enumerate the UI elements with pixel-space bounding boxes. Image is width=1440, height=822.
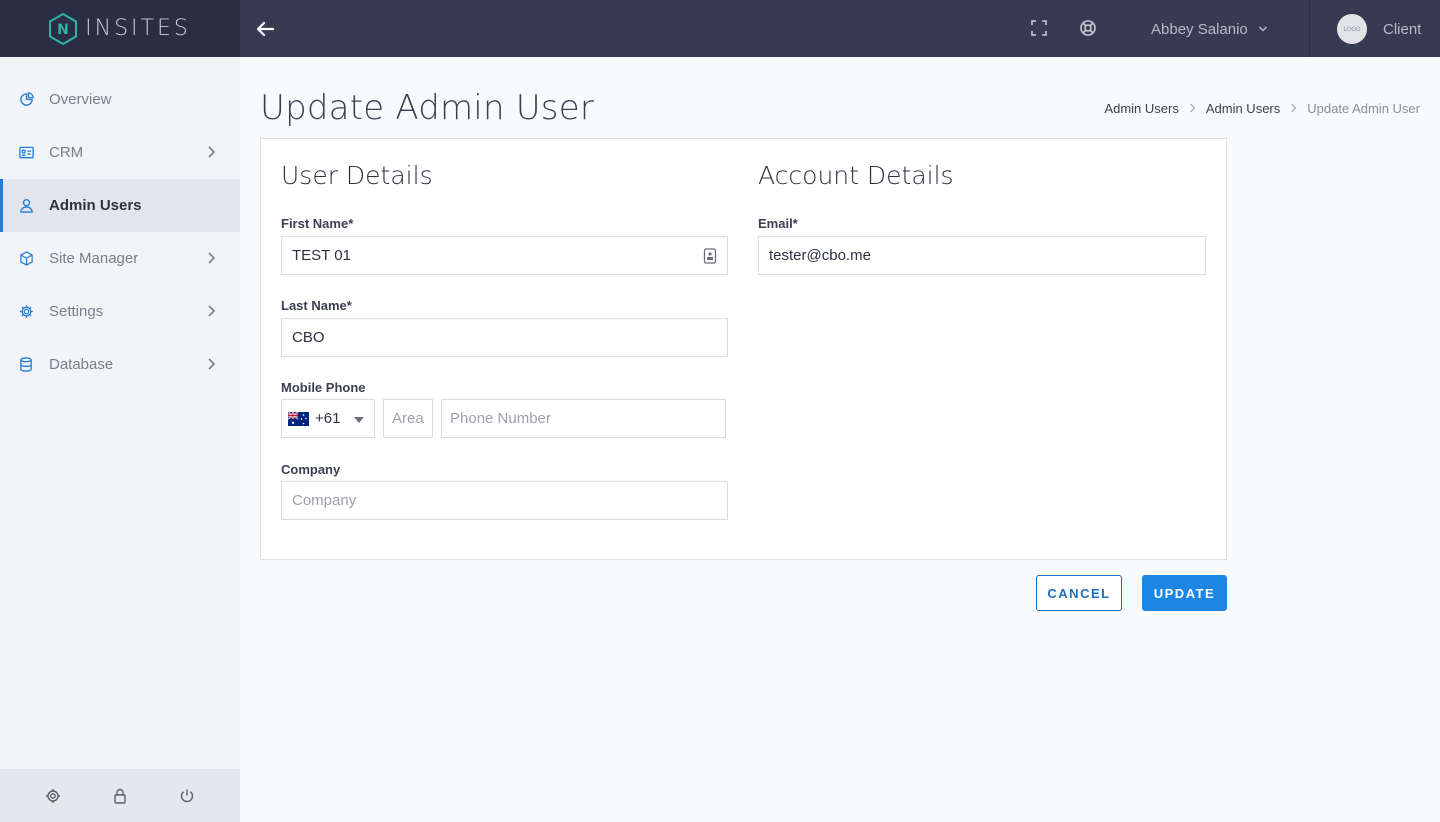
topbar-divider: [1309, 0, 1310, 57]
brand-logo[interactable]: N INSITES: [0, 0, 240, 57]
power-icon[interactable]: [177, 786, 197, 806]
breadcrumb-link-admin-users[interactable]: Admin Users: [1104, 101, 1178, 116]
company-label: Company: [281, 462, 341, 477]
fullscreen-icon[interactable]: [1029, 18, 1049, 38]
chevron-right-icon: [208, 146, 216, 158]
breadcrumb-separator-icon: [1290, 101, 1297, 116]
sidebar-item-database[interactable]: Database: [0, 338, 240, 391]
first-name-value: TEST 01: [292, 247, 351, 264]
sidebar-item-admin-users[interactable]: Admin Users: [0, 179, 240, 232]
sidebar-footer: [0, 769, 240, 822]
last-name-field[interactable]: CBO: [281, 318, 728, 357]
breadcrumb-separator-icon: [1189, 101, 1196, 116]
last-name-value: CBO: [292, 329, 325, 346]
client-switcher[interactable]: LOGO Client: [1337, 14, 1421, 44]
brand-name: INSITES: [85, 16, 191, 41]
sidebar-item-label: Site Manager: [49, 250, 139, 267]
mobile-phone-label: Mobile Phone: [281, 380, 366, 395]
sidebar-item-overview[interactable]: Overview: [0, 73, 240, 126]
topbar: Abbey Salanio LOGO Client: [240, 0, 1440, 57]
breadcrumb-link-admin-users-2[interactable]: Admin Users: [1206, 101, 1280, 116]
client-label: Client: [1383, 20, 1422, 38]
chevron-right-icon: [208, 358, 216, 370]
breadcrumb: Admin Users Admin Users Update Admin Use…: [1104, 101, 1420, 116]
update-button[interactable]: UPDATE: [1142, 575, 1227, 611]
country-code-select[interactable]: +61: [281, 399, 375, 438]
last-name-label: Last Name*: [281, 298, 352, 313]
area-code-placeholder: Area: [392, 410, 424, 427]
user-name: Abbey Salanio: [1151, 20, 1248, 38]
gear-icon[interactable]: [43, 786, 63, 806]
svg-text:N: N: [57, 22, 69, 38]
sidebar-item-label: Database: [49, 356, 114, 373]
support-lifebuoy-icon[interactable]: [1078, 18, 1098, 38]
user-menu[interactable]: Abbey Salanio: [1151, 18, 1268, 40]
pie-chart-icon: [18, 92, 34, 108]
user-details-title: User Details: [281, 161, 433, 190]
sidebar-item-label: Admin Users: [49, 197, 142, 214]
sidebar-item-label: Settings: [49, 303, 104, 320]
back-arrow-icon[interactable]: [252, 16, 278, 42]
cancel-button[interactable]: CANCEL: [1036, 575, 1122, 611]
contact-card-icon[interactable]: [703, 248, 717, 264]
sidebar: Overview CRM Admin Users Site Manager Se…: [0, 57, 240, 822]
country-code-value: +61: [315, 410, 341, 427]
admin-user-form: User Details Account Details First Name*…: [260, 138, 1227, 560]
lock-icon[interactable]: [110, 786, 130, 806]
email-value: tester@cbo.me: [769, 247, 871, 264]
id-card-icon: [18, 145, 34, 161]
company-field[interactable]: Company: [281, 481, 728, 520]
phone-number-placeholder: Phone Number: [450, 410, 551, 427]
phone-number-field[interactable]: Phone Number: [441, 399, 726, 438]
logo-hexagon-icon: N: [49, 12, 78, 45]
chevron-right-icon: [208, 305, 216, 317]
area-code-field[interactable]: Area: [383, 399, 433, 438]
sidebar-item-label: CRM: [49, 144, 84, 161]
sidebar-item-label: Overview: [49, 91, 112, 108]
sidebar-item-settings[interactable]: Settings: [0, 285, 240, 338]
page-title: Update Admin User: [260, 88, 595, 128]
database-icon: [18, 357, 34, 373]
chevron-right-icon: [208, 252, 216, 264]
gear-icon: [18, 304, 34, 320]
first-name-label: First Name*: [281, 216, 354, 231]
australia-flag-icon: [288, 411, 309, 426]
account-details-title: Account Details: [758, 161, 954, 190]
sidebar-item-site-manager[interactable]: Site Manager: [0, 232, 240, 285]
email-label: Email*: [758, 216, 798, 231]
first-name-field[interactable]: TEST 01: [281, 236, 728, 275]
breadcrumb-current: Update Admin User: [1307, 101, 1420, 116]
client-logo-avatar: LOGO: [1337, 14, 1367, 44]
user-icon: [18, 198, 34, 214]
email-field[interactable]: tester@cbo.me: [758, 236, 1206, 275]
chevron-down-icon: [1258, 26, 1267, 32]
caret-down-icon: [354, 417, 364, 423]
company-placeholder: Company: [292, 492, 357, 509]
cube-icon: [18, 251, 34, 267]
sidebar-item-crm[interactable]: CRM: [0, 126, 240, 179]
